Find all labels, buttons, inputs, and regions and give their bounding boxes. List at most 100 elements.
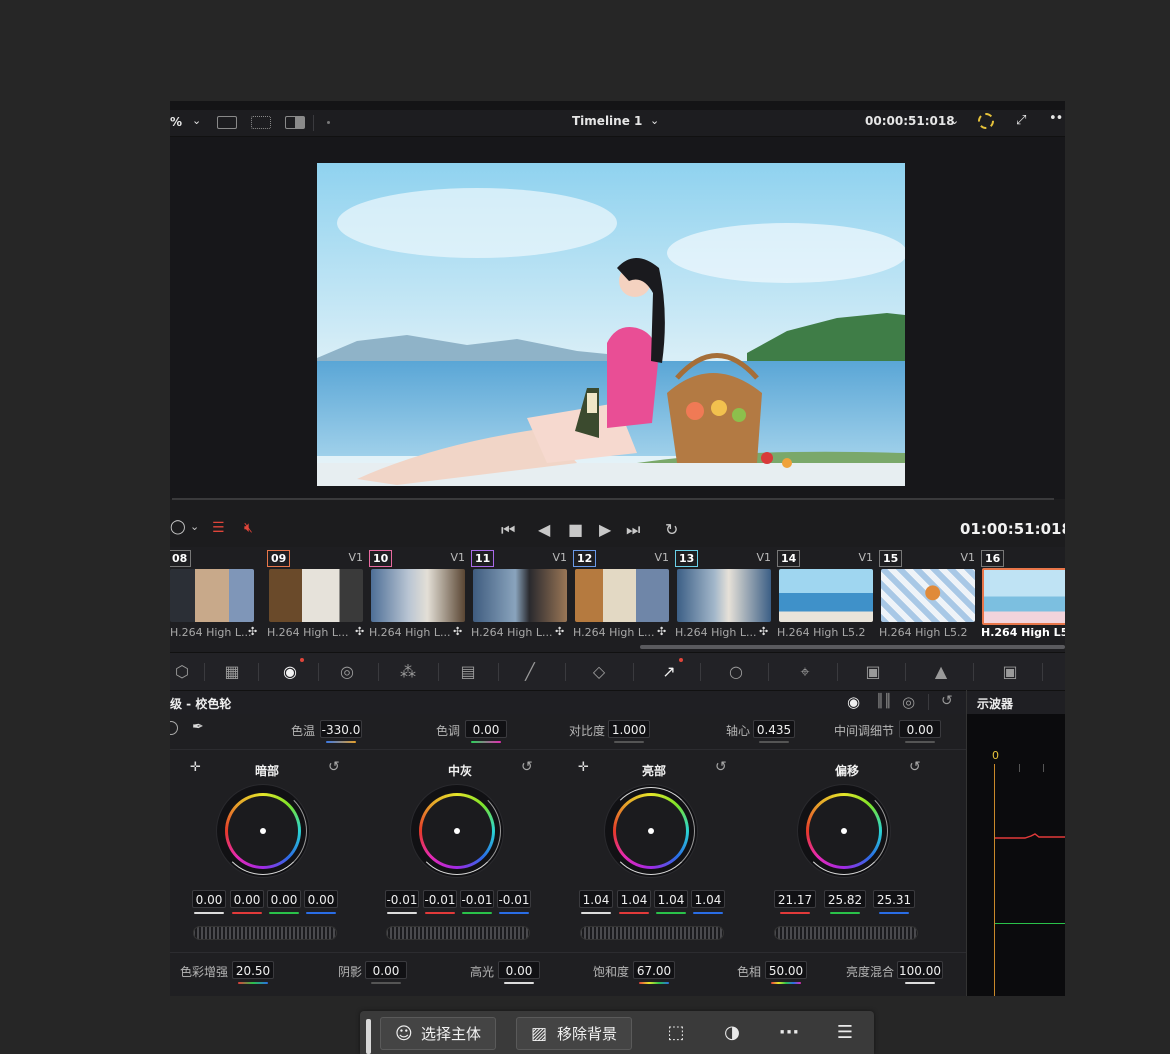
window-icon[interactable]: ○	[724, 660, 748, 684]
lift-green-field[interactable]: 0.00	[267, 890, 301, 908]
gamma-master-field[interactable]: -0.01	[385, 890, 419, 908]
gain-master-wheel[interactable]	[580, 926, 724, 940]
timeline-chevron-down-icon[interactable]: ⌄	[650, 114, 659, 127]
clip-strip-scrollbar[interactable]	[640, 645, 1065, 649]
gamma-green-field[interactable]: -0.01	[460, 890, 494, 908]
offset-color-wheel[interactable]	[798, 785, 890, 877]
offset-blue-field[interactable]: 25.31	[873, 890, 915, 908]
lift-master-wheel[interactable]	[193, 926, 337, 940]
gain-red-field[interactable]: 1.04	[617, 890, 651, 908]
primaries-wheels-icon[interactable]: ◉	[847, 693, 860, 711]
eyedropper-icon[interactable]: ✒	[192, 719, 204, 735]
picker-crosshair-icon[interactable]: ✛	[578, 760, 589, 775]
viewer-scrubber[interactable]	[172, 498, 1054, 500]
lift-red-field[interactable]: 0.00	[230, 890, 264, 908]
gain-master-field[interactable]: 1.04	[579, 890, 613, 908]
clip-settings-icon[interactable]: ✣	[657, 625, 666, 638]
color-boost-field[interactable]: 20.50	[232, 961, 274, 979]
more-options-icon[interactable]: ••	[1049, 111, 1063, 126]
timeline-name[interactable]: Timeline 1	[572, 114, 642, 128]
adjust-contrast-icon[interactable]: ◑	[719, 1021, 745, 1045]
remove-background-button[interactable]: ▨ 移除背景	[516, 1017, 633, 1050]
lift-color-wheel[interactable]	[217, 785, 309, 877]
auto-balance-icon[interactable]	[170, 721, 178, 735]
key-icon[interactable]: ▣	[998, 660, 1022, 684]
reset-lift-icon[interactable]: ↺	[328, 759, 340, 775]
lift-blue-field[interactable]: 0.00	[304, 890, 338, 908]
gamma-red-field[interactable]: -0.01	[423, 890, 457, 908]
pivot-field[interactable]: 0.435	[753, 720, 795, 738]
highlights-field[interactable]: 0.00	[498, 961, 540, 979]
single-viewer-icon[interactable]	[217, 116, 237, 129]
hdr-wheels-icon[interactable]: ◎	[335, 660, 359, 684]
clip-thumbnail[interactable]: 13 V1 H.264 High L... ✣	[675, 547, 777, 649]
mid-detail-field[interactable]: 0.00	[899, 720, 941, 738]
gain-blue-field[interactable]: 1.04	[691, 890, 725, 908]
go-to-start-icon[interactable]: ⏮︎	[501, 520, 515, 540]
gain-green-field[interactable]: 1.04	[654, 890, 688, 908]
gamma-color-wheel[interactable]	[411, 785, 503, 877]
mute-icon[interactable]: 🔇︎	[244, 520, 253, 536]
qualifier-icon[interactable]: ↗	[657, 658, 683, 684]
lift-master-field[interactable]: 0.00	[192, 890, 226, 908]
clip-settings-icon[interactable]: ✣	[759, 625, 768, 638]
chevron-down-icon[interactable]: ⌄	[192, 114, 201, 127]
toolbar-timecode[interactable]: 00:00:51:018	[865, 114, 955, 128]
contrast-field[interactable]: 1.000	[608, 720, 650, 738]
color-highlight-icon[interactable]	[978, 113, 994, 129]
clip-thumbnail[interactable]: 10 V1 H.264 High L... ✣	[369, 547, 471, 649]
clip-thumbnail[interactable]: 12 V1 H.264 High L... ✣	[573, 547, 675, 649]
play-icon[interactable]: ▶︎	[599, 520, 611, 539]
hue-field[interactable]: 50.00	[765, 961, 807, 979]
transport-timecode[interactable]: 01:00:51:018	[960, 520, 1065, 538]
gamma-master-wheel[interactable]	[386, 926, 530, 940]
saturation-field[interactable]: 67.00	[633, 961, 675, 979]
picker-crosshair-icon[interactable]: ✛	[190, 760, 201, 775]
select-subject-button[interactable]: ☺ 选择主体	[380, 1017, 497, 1050]
reset-offset-icon[interactable]: ↺	[909, 759, 921, 775]
play-reverse-icon[interactable]: ◀︎	[538, 520, 550, 539]
timecode-chevron-down-icon[interactable]: ⌄	[950, 114, 959, 127]
layers-icon[interactable]: ☰	[212, 520, 225, 536]
camera-raw-icon[interactable]: ⬡	[170, 660, 194, 684]
offset-green-field[interactable]: 25.82	[824, 890, 866, 908]
video-frame[interactable]	[317, 163, 905, 486]
stop-icon[interactable]: ■	[568, 520, 583, 539]
settings-sliders-icon[interactable]: ☰	[832, 1021, 858, 1045]
motion-effects-icon[interactable]: ▤	[456, 660, 480, 684]
go-to-end-icon[interactable]: ⏭︎	[626, 520, 640, 540]
lum-mix-field[interactable]: 100.00	[897, 961, 943, 979]
clip-settings-icon[interactable]: ✣	[355, 625, 364, 638]
clip-thumbnail-selected[interactable]: 16 V1 H.264 High L5.2	[981, 547, 1065, 649]
loop-icon[interactable]: ↻	[665, 520, 678, 539]
offset-red-field[interactable]: 21.17	[774, 890, 816, 908]
clip-thumbnail[interactable]: 08 H.264 High L... ✣	[170, 547, 264, 649]
clip-thumbnail[interactable]: 14 V1 H.264 High L5.2	[777, 547, 879, 649]
color-wheels-icon[interactable]: ◉	[278, 658, 304, 684]
gain-color-wheel[interactable]	[605, 785, 697, 877]
clip-settings-icon[interactable]: ✣	[453, 625, 462, 638]
split-compare-icon[interactable]	[285, 116, 305, 129]
reset-gain-icon[interactable]: ↺	[715, 759, 727, 775]
offset-master-wheel[interactable]	[774, 926, 918, 940]
clip-thumbnail[interactable]: 09 V1 H.264 High L... ✣	[267, 547, 369, 649]
color-warper-icon[interactable]: ◇	[587, 660, 611, 684]
crop-icon[interactable]: ⬚	[663, 1021, 689, 1045]
curves-icon[interactable]: ╱	[518, 660, 542, 684]
drag-handle[interactable]	[366, 1019, 371, 1054]
tool-chevron-down-icon[interactable]: ⌄	[190, 520, 199, 533]
temp-field[interactable]: -330.0	[320, 720, 362, 738]
log-wheels-icon[interactable]: ◎	[902, 693, 915, 711]
gallery-grid-icon[interactable]	[251, 116, 271, 129]
tint-field[interactable]: 0.00	[465, 720, 507, 738]
magic-mask-icon[interactable]: ▣	[861, 660, 885, 684]
zoom-level[interactable]: %	[170, 115, 182, 129]
primaries-bars-icon[interactable]: ║║	[876, 694, 892, 709]
clip-thumbnail[interactable]: 15 V1 H.264 High L5.2	[879, 547, 981, 649]
tracker-icon[interactable]: ⌖	[793, 660, 817, 684]
clip-settings-icon[interactable]: ✣	[555, 625, 564, 638]
shadows-field[interactable]: 0.00	[365, 961, 407, 979]
reset-all-icon[interactable]: ↺	[941, 693, 953, 709]
more-icon[interactable]: ···	[776, 1021, 802, 1045]
color-match-icon[interactable]: ▦	[220, 660, 244, 684]
